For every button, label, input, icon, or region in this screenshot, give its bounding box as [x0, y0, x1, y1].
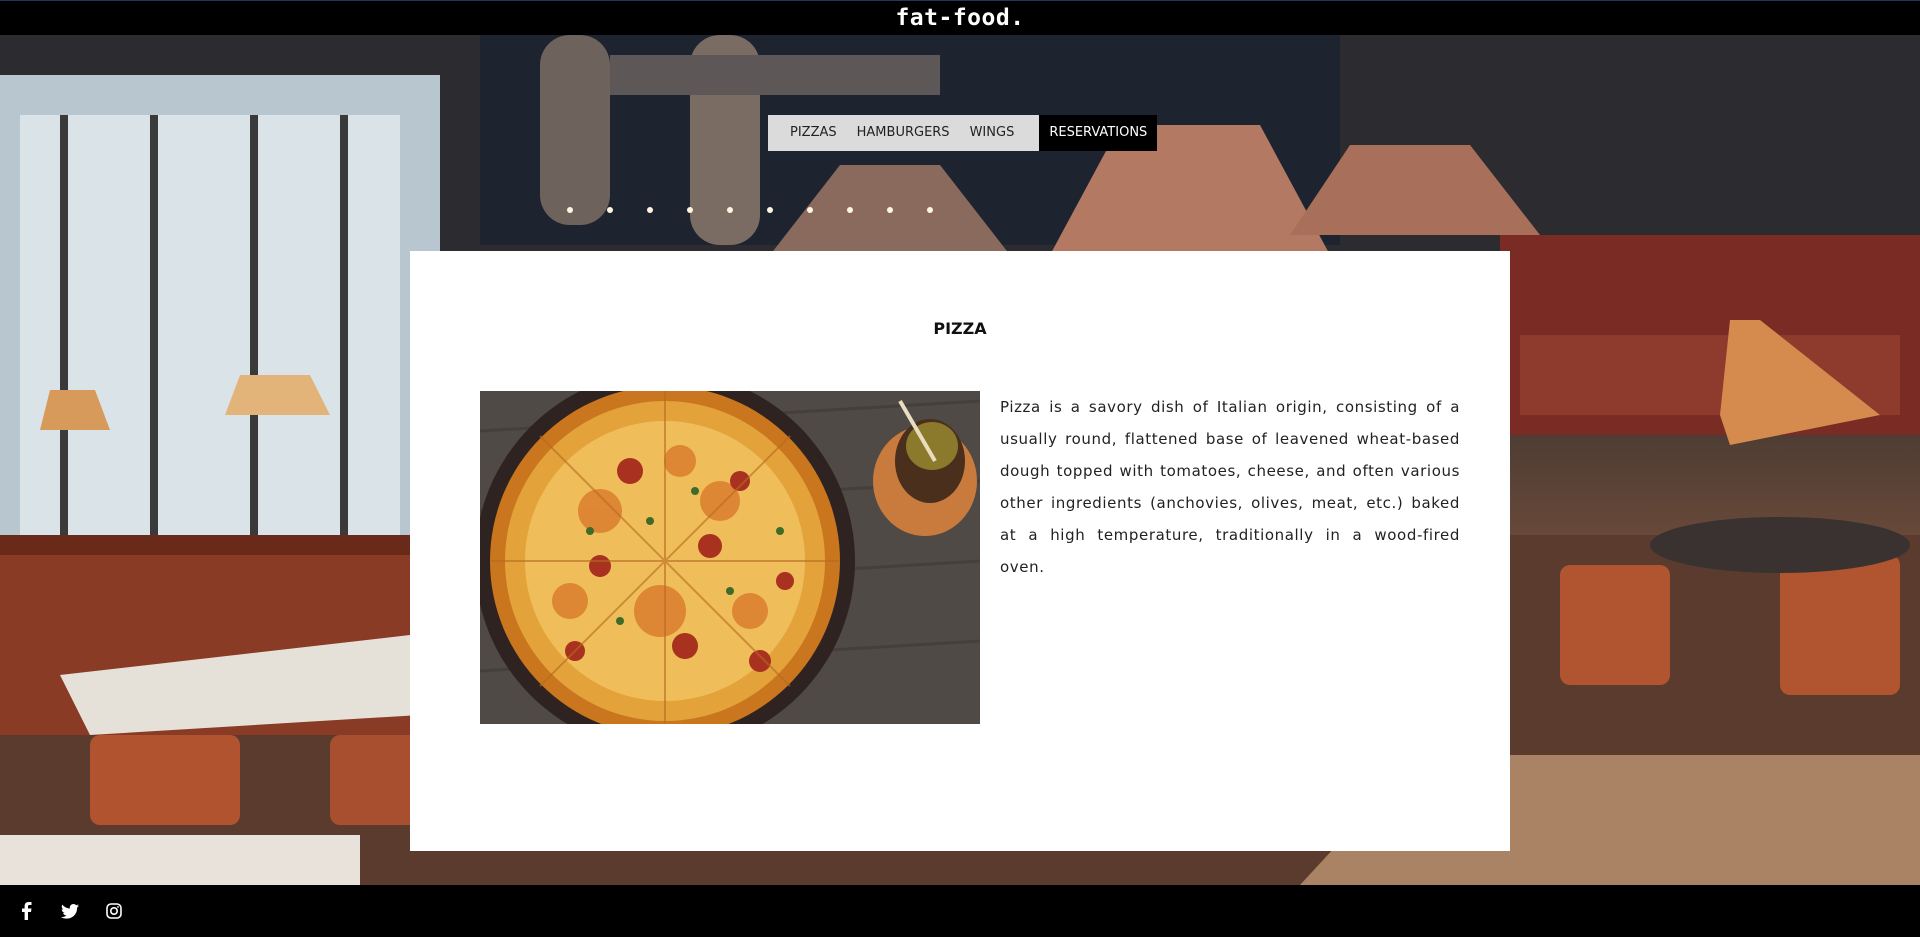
nav-item-reservations[interactable]: RESERVATIONS [1039, 115, 1158, 151]
instagram-glyph [106, 903, 122, 919]
pizza-description: Pizza is a savory dish of Italian origin… [1000, 398, 1460, 576]
pizza-illustration [480, 391, 980, 724]
nav-item-hamburgers[interactable]: HAMBURGERS [846, 115, 960, 151]
facebook-glyph [22, 902, 32, 920]
main-nav: PIZZAS HAMBURGERS WINGS RESERVATIONS [768, 115, 1158, 151]
card-title: PIZZA [933, 319, 987, 338]
twitter-glyph [61, 903, 79, 919]
facebook-icon[interactable] [14, 899, 38, 923]
twitter-icon[interactable] [58, 899, 82, 923]
page: fat-food. PIZZAS HAMBURGERS WINGS RESERV… [0, 0, 1920, 937]
nav-item-pizzas[interactable]: PIZZAS [768, 115, 847, 151]
nav-item-wings[interactable]: WINGS [959, 115, 1040, 151]
footer [0, 885, 1920, 937]
pizza-photo [480, 391, 980, 724]
top-bar: fat-food. [0, 0, 1920, 35]
brand-logo[interactable]: fat-food. [895, 5, 1024, 31]
instagram-icon[interactable] [102, 899, 126, 923]
content-card: PIZZA Pizza is a savory dish of Italian … [410, 251, 1510, 851]
